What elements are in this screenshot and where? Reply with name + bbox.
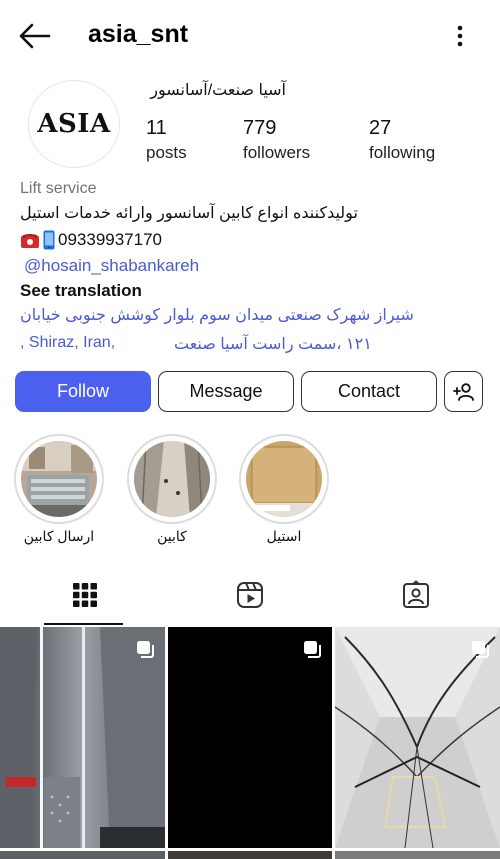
post-thumbnail[interactable]: [168, 627, 332, 848]
highlight-cabin[interactable]: کابین: [127, 434, 217, 545]
highlight-thumbnail: [134, 441, 210, 517]
post-thumbnail[interactable]: [335, 627, 500, 848]
bio-text: تولیدکننده انواع کابین آسانسور وارائه خد…: [20, 205, 358, 222]
post-thumbnail[interactable]: [335, 851, 500, 859]
highlight-label: ارسال کابین: [23, 528, 95, 544]
post-thumbnail[interactable]: [168, 851, 332, 859]
profile-tabs: [0, 568, 500, 626]
follow-button[interactable]: Follow: [15, 371, 151, 412]
contact-button[interactable]: Contact: [301, 371, 437, 412]
highlight-label: کابین: [157, 528, 187, 544]
multiple-posts-icon: [137, 641, 154, 658]
highlight-ring: [239, 434, 329, 524]
top-bar: asia_snt: [0, 0, 500, 72]
post-thumbnail[interactable]: [0, 627, 165, 848]
display-name: آسیا صنعت/آسانسور: [150, 82, 286, 99]
multiple-posts-icon: [472, 641, 489, 658]
address-city: , Shiraz, Iran,: [20, 334, 116, 351]
profile-category: Lift service: [20, 180, 97, 197]
highlight-thumbnail: [246, 441, 322, 517]
grid-icon[interactable]: [70, 580, 100, 610]
address-line-1[interactable]: شیراز شهرک صنعتی میدان سوم بلوار کوشش جن…: [20, 305, 480, 325]
bio-phone[interactable]: 09339937170: [20, 230, 480, 250]
phone-number: 09339937170: [58, 230, 163, 249]
arrow-left-icon[interactable]: [18, 22, 52, 50]
multiple-posts-icon: [304, 641, 321, 658]
stat-following-value: 27: [369, 117, 392, 139]
add-person-icon: [452, 382, 474, 401]
stat-posts-label: posts: [146, 143, 187, 162]
active-tab-indicator: [44, 623, 123, 625]
tagged-icon[interactable]: [401, 580, 431, 610]
more-vertical-icon[interactable]: [448, 22, 472, 50]
highlight-thumbnail: [21, 441, 97, 517]
message-button[interactable]: Message: [158, 371, 294, 412]
address-street: ۱۲۱ ،سمت راست آسیا صنعت: [174, 336, 372, 353]
post-thumbnail[interactable]: [0, 851, 165, 859]
post-grid: [0, 627, 500, 859]
stat-following-label: following: [369, 143, 436, 162]
highlight-ring: [127, 434, 217, 524]
stat-posts-value: 11: [146, 117, 167, 139]
see-translation-link[interactable]: See translation: [20, 281, 480, 301]
avatar-logo-text: ASIA: [37, 109, 111, 139]
highlight-ring: [14, 434, 104, 524]
profile-username: asia_snt: [88, 20, 189, 48]
stat-followers[interactable]: 779 followers: [243, 117, 310, 163]
telephone-icon: [21, 234, 39, 248]
bio-mention-link[interactable]: @hosain_shabankareh: [24, 256, 484, 276]
add-user-button[interactable]: [444, 371, 483, 412]
stat-followers-label: followers: [243, 143, 311, 162]
highlight-steel[interactable]: استیل: [239, 434, 329, 545]
highlight-label: استیل: [266, 528, 302, 544]
stat-following[interactable]: 27 following: [369, 117, 435, 163]
reels-icon[interactable]: [235, 580, 265, 610]
avatar[interactable]: ASIA: [28, 80, 120, 168]
stat-posts[interactable]: 11 posts: [146, 117, 187, 163]
stat-followers-value: 779: [243, 117, 277, 139]
mobile-phone-icon: [43, 230, 55, 250]
highlight-send-cabin[interactable]: ارسال کابین: [14, 434, 104, 545]
